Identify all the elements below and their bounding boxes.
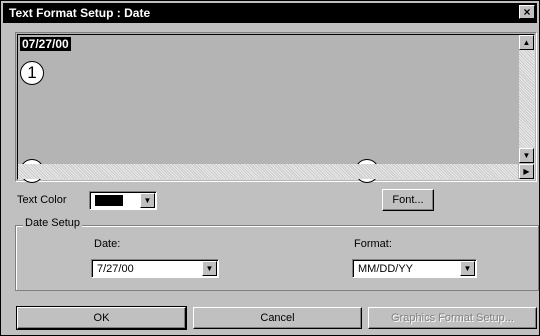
date-select[interactable]: 7/27/00 ▼ [91,259,219,278]
ok-button[interactable]: OK [16,306,187,330]
format-select-value: MM/DD/YY [358,263,413,275]
horizontal-scrollbar[interactable]: ▶ [18,164,534,179]
date-preview-text: 07/27/00 [20,37,71,51]
dialog-title: Text Format Setup : Date [9,6,151,20]
text-color-picker[interactable]: ▼ [89,191,157,210]
preview-inner-frame [17,34,535,180]
date-label: Date: [94,238,121,250]
vertical-scrollbar[interactable]: ▲ ▼ [519,35,534,163]
close-icon[interactable]: × [519,5,535,19]
cancel-button[interactable]: Cancel [193,307,362,329]
callout-1: 1 [20,61,44,85]
text-format-setup-dialog: Text Format Setup : Date × 07/27/00 1 2 … [0,0,540,336]
format-label: Format: [354,238,392,250]
scroll-right-icon[interactable]: ▶ [519,164,534,179]
chevron-down-icon[interactable]: ▼ [460,261,475,276]
date-select-value: 7/27/00 [97,263,134,275]
format-select[interactable]: MM/DD/YY ▼ [352,259,477,278]
scroll-up-icon[interactable]: ▲ [519,35,534,50]
font-button[interactable]: Font... [382,189,434,211]
graphics-format-setup-button[interactable]: Graphics Format Setup... [368,307,537,329]
date-setup-group-label: Date Setup [23,217,83,229]
color-swatch [95,195,123,206]
date-setup-group [15,225,539,291]
chevron-down-icon[interactable]: ▼ [140,193,155,208]
title-bar: Text Format Setup : Date × [3,3,537,23]
chevron-down-icon[interactable]: ▼ [202,261,217,276]
text-preview-area[interactable]: 07/27/00 1 2 3 ▲ ▼ ▶ [15,32,537,183]
scroll-down-icon[interactable]: ▼ [519,148,534,163]
text-color-label: Text Color [17,194,67,206]
